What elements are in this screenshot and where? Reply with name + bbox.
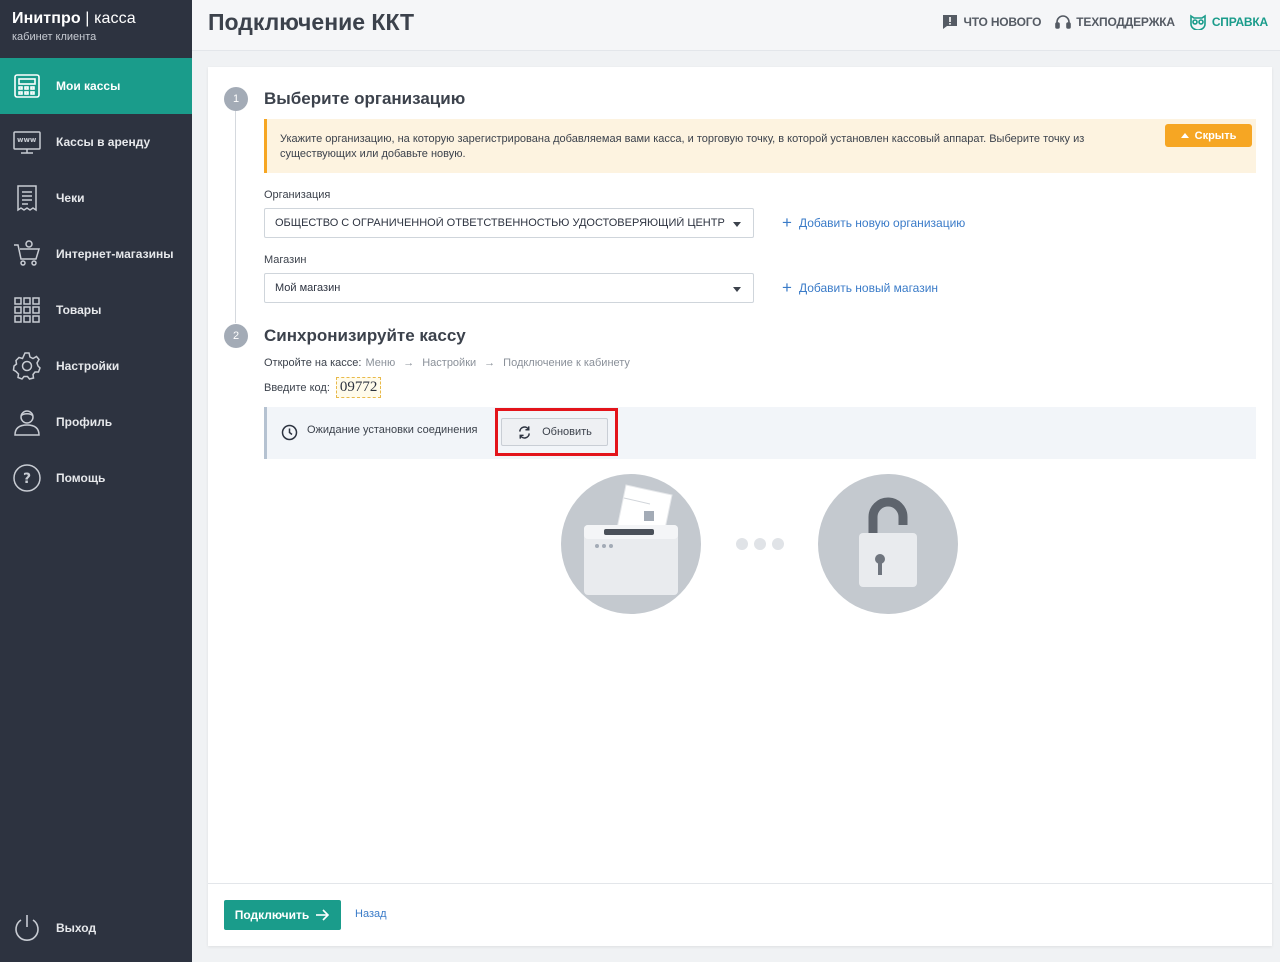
logout-button[interactable]: Выход: [0, 900, 192, 956]
main-card: 1 Выберите организацию Укажите организац…: [208, 67, 1272, 946]
svg-text:www: www: [17, 136, 37, 144]
sidebar-item-help[interactable]: ? Помощь: [0, 450, 192, 506]
path-item: Меню: [365, 357, 396, 369]
whats-new-label: ЧТО НОВОГО: [963, 15, 1042, 29]
arrow-right-icon: →: [484, 357, 496, 369]
plus-icon: +: [782, 213, 792, 232]
plus-icon: +: [782, 278, 792, 297]
sidebar-item-products[interactable]: Товары: [0, 282, 192, 338]
path-item: Настройки: [422, 357, 477, 369]
clock-icon: [281, 424, 298, 441]
shop-label: Магазин: [264, 254, 307, 266]
open-on-kkt-label: Откройте на кассе:: [264, 357, 362, 369]
svg-text:?: ?: [23, 471, 31, 487]
whats-new-link[interactable]: ЧТО НОВОГО: [942, 14, 1041, 30]
sidebar-item-label: Кассы в аренду: [56, 135, 151, 149]
back-link[interactable]: Назад: [355, 908, 387, 920]
connection-code[interactable]: 09772: [335, 377, 382, 398]
path-item: Подключение к кабинету: [503, 357, 630, 369]
connection-status-text: Ожидание установки соединения: [307, 424, 478, 436]
sidebar-item-receipts[interactable]: Чеки: [0, 170, 192, 226]
refresh-label: Обновить: [542, 426, 592, 438]
step-2-number: 2: [224, 324, 248, 348]
grid-icon: [12, 295, 42, 325]
shopping-cart-icon: [12, 239, 42, 269]
padlock-illustration-icon: [818, 474, 958, 614]
sidebar: Инитпро | касса кабинет клиента Мои касс…: [0, 0, 192, 962]
gear-icon: [12, 351, 42, 381]
kkt-menu-path: Откройте на кассе: Меню → Настройки → По…: [264, 357, 630, 369]
sidebar-item-label: Помощь: [56, 471, 106, 485]
page-title: Подключение ККТ: [208, 9, 415, 35]
add-shop-label: Добавить новый магазин: [798, 280, 939, 295]
chevron-down-icon: [733, 222, 741, 227]
sidebar-item-profile[interactable]: Профиль: [0, 394, 192, 450]
add-shop-link[interactable]: + Добавить новый магазин: [782, 279, 938, 296]
support-label: ТЕХПОДДЕРЖКА: [1076, 15, 1175, 29]
arrow-right-icon: [316, 909, 330, 921]
step-1-number: 1: [224, 87, 248, 111]
add-organization-label: Добавить новую организацию: [798, 215, 966, 230]
power-icon: [12, 913, 42, 943]
cash-register-icon: [12, 71, 42, 101]
headset-icon: [1055, 15, 1072, 29]
owl-icon: [1190, 14, 1206, 30]
user-icon: [12, 407, 42, 437]
shop-select[interactable]: Мой магазин: [264, 273, 754, 303]
refresh-button[interactable]: Обновить: [501, 418, 608, 446]
sidebar-item-settings[interactable]: Настройки: [0, 338, 192, 394]
connection-status-box: Ожидание установки соединения Обновить: [264, 407, 1256, 459]
step-2-title: Синхронизируйте кассу: [264, 326, 466, 345]
step-connector-line: [235, 111, 236, 323]
help-reference-label: СПРАВКА: [1211, 15, 1268, 29]
arrow-right-icon: →: [403, 357, 415, 369]
hide-notice-button[interactable]: Скрыть: [1165, 124, 1252, 147]
sidebar-item-label: Товары: [56, 303, 102, 317]
organization-select[interactable]: ОБЩЕСТВО С ОГРАНИЧЕННОЙ ОТВЕТСТВЕННОСТЬЮ…: [264, 208, 754, 238]
top-header: Подключение ККТ ЧТО НОВОГО ТЕХПОДДЕРЖКА …: [192, 0, 1280, 51]
sidebar-item-my-kkt[interactable]: Мои кассы: [0, 58, 192, 114]
chevron-down-icon: [733, 287, 741, 292]
sidebar-item-label: Интернет-магазины: [56, 247, 174, 261]
sync-illustration: [561, 474, 958, 614]
sidebar-item-label: Профиль: [56, 415, 113, 429]
notice-text: Укажите организацию, на которую зарегист…: [280, 133, 1085, 160]
printer-illustration-icon: [561, 474, 701, 614]
connect-button[interactable]: Подключить: [224, 900, 341, 930]
sidebar-item-label: Мои кассы: [56, 79, 121, 93]
brand-title: Инитпро | касса: [12, 10, 136, 27]
organization-label: Организация: [264, 189, 331, 201]
footer-divider: [208, 883, 1272, 884]
chat-alert-icon: [943, 15, 958, 29]
sidebar-item-rent-kkt[interactable]: www Кассы в аренду: [0, 114, 192, 170]
connect-label: Подключить: [234, 908, 310, 922]
shop-value: Мой магазин: [275, 282, 341, 294]
www-monitor-icon: www: [12, 127, 42, 157]
sidebar-item-label: Настройки: [56, 359, 120, 373]
caret-up-icon: [1180, 133, 1189, 138]
top-links: ЧТО НОВОГО ТЕХПОДДЕРЖКА СПРАВКА: [942, 14, 1268, 30]
refresh-icon: [519, 425, 531, 439]
help-reference-link[interactable]: СПРАВКА: [1189, 14, 1268, 30]
enter-code-label: Введите код:: [264, 381, 330, 394]
organization-value: ОБЩЕСТВО С ОГРАНИЧЕННОЙ ОТВЕТСТВЕННОСТЬЮ…: [275, 217, 725, 229]
sidebar-item-label: Чеки: [56, 191, 85, 205]
add-organization-link[interactable]: + Добавить новую организацию: [782, 214, 965, 231]
brand-logo[interactable]: Инитпро | касса кабинет клиента: [0, 0, 192, 58]
loading-dots-icon: [736, 538, 784, 550]
help-icon: ?: [12, 463, 42, 493]
notice-box: Укажите организацию, на которую зарегист…: [264, 119, 1256, 173]
step-1-title: Выберите организацию: [264, 89, 466, 108]
receipt-icon: [12, 183, 42, 213]
sidebar-item-online-shops[interactable]: Интернет-магазины: [0, 226, 192, 282]
logout-label: Выход: [56, 921, 97, 935]
brand-subtitle: кабинет клиента: [12, 31, 97, 43]
code-row: Введите код: 09772: [264, 377, 382, 398]
support-link[interactable]: ТЕХПОДДЕРЖКА: [1055, 14, 1175, 30]
hide-notice-label: Скрыть: [1194, 129, 1237, 142]
